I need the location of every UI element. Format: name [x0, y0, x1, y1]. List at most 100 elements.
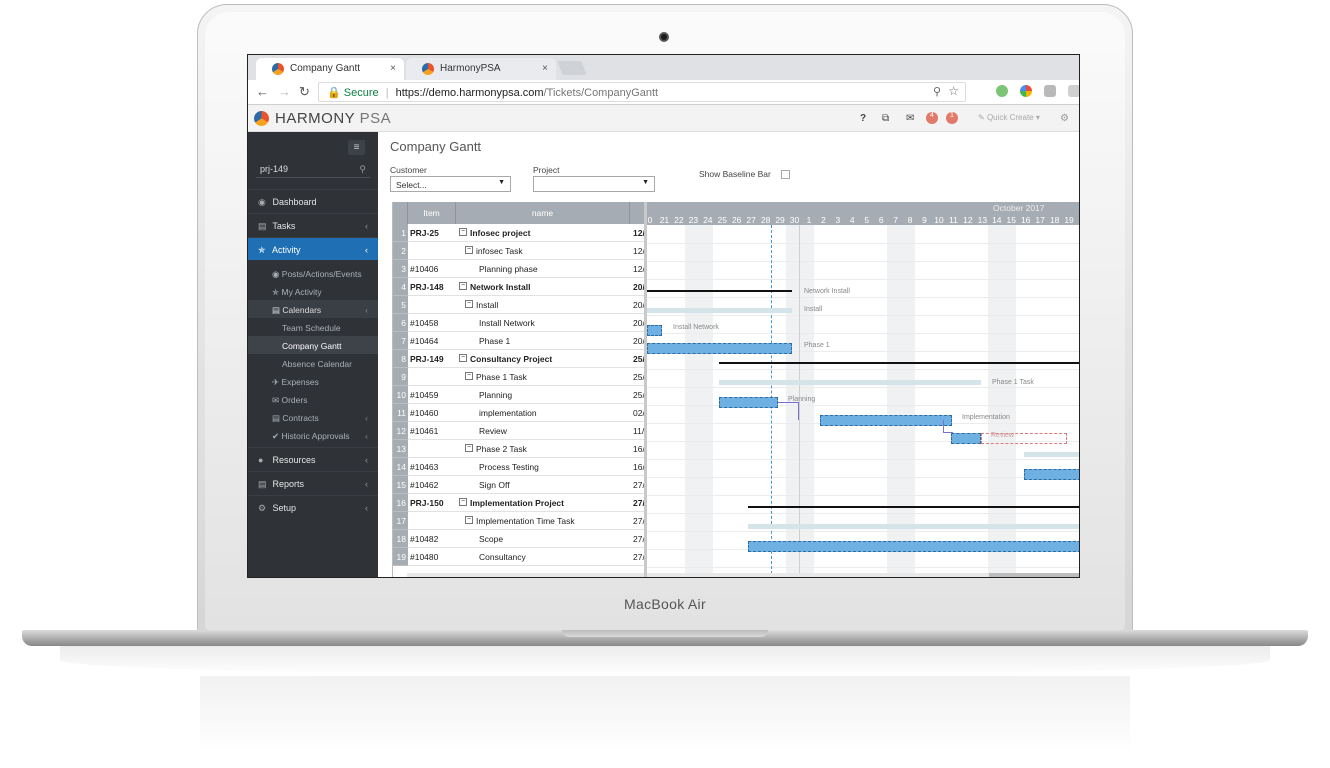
sidebar-item-activity[interactable]: ✯ Activity ‹ — [248, 237, 378, 260]
screen: Company Gantt × HarmonyPSA × ← → ↻ 🔒 Sec… — [247, 54, 1080, 578]
table-row[interactable]: 12#10461 Review 11/1 — [393, 422, 644, 440]
table-row[interactable]: 1PRJ-25 −Infosec project 12/0 — [393, 224, 644, 242]
back-arrow-icon[interactable]: ← — [256, 84, 269, 99]
table-row[interactable]: 5 −Install 20/0 — [393, 296, 644, 314]
day-label: 1 — [806, 215, 812, 225]
user-icon: ● — [258, 455, 264, 465]
task-bar[interactable] — [1024, 469, 1079, 480]
table-row[interactable]: 6#10458 Install Network 20/0 — [393, 314, 644, 332]
grid-header-date[interactable] — [630, 202, 644, 224]
collapse-toggle-icon[interactable]: − — [459, 498, 467, 506]
tab-harmonypsa[interactable]: HarmonyPSA × — [406, 58, 556, 80]
sidebar-search-input[interactable]: prj-149 ⚲ — [256, 164, 370, 178]
bar-label: Implementation — [962, 414, 1010, 421]
row-item: PRJ-150 — [410, 498, 444, 508]
table-row[interactable]: 8PRJ-149 −Consultancy Project 25/0 — [393, 350, 644, 368]
sidebar-subitem-orders[interactable]: ✉ Orders — [248, 390, 378, 408]
row-name: Implementation Time Task — [476, 516, 575, 526]
table-row[interactable]: 15#10462 Sign Off 27/1 — [393, 476, 644, 494]
project-select[interactable]: ▼ — [533, 176, 655, 192]
task-bar[interactable] — [647, 343, 792, 354]
sidebar-subitem-my-activity[interactable]: ✯ My Activity — [248, 282, 378, 300]
app-logo[interactable]: HARMONY PSA — [275, 110, 391, 127]
extension-icon[interactable] — [996, 85, 1008, 97]
table-row[interactable]: 11#10460 implementation 02/1 — [393, 404, 644, 422]
sidebar-subitem-calendars[interactable]: ▤ Calendars ‹ — [248, 300, 378, 318]
quick-create-button[interactable]: ✎ Quick Create ▾ — [978, 113, 1040, 122]
baseline-checkbox[interactable] — [781, 170, 790, 179]
bar-label: Network Install — [804, 288, 850, 295]
table-row[interactable]: 18#10482 Scope 27/0 — [393, 530, 644, 548]
row-date: 20/0 — [633, 336, 644, 346]
sidebar-subitem-team-schedule[interactable]: Team Schedule — [248, 318, 378, 336]
table-row[interactable]: 4PRJ-148 −Network Install 20/0 — [393, 278, 644, 296]
new-tab-button[interactable] — [557, 61, 587, 75]
extension-icon[interactable] — [1068, 85, 1079, 97]
scrollbar-thumb[interactable] — [989, 573, 1079, 577]
task-bar[interactable] — [820, 415, 952, 426]
collapse-toggle-icon[interactable]: − — [459, 282, 467, 290]
collapse-toggle-icon[interactable]: − — [465, 444, 473, 452]
settings-gear-icon[interactable]: ⚙ — [1060, 113, 1069, 124]
table-row[interactable]: 16PRJ-150 −Implementation Project 27/0 — [393, 494, 644, 512]
customer-select[interactable]: Select... ▼ — [390, 176, 511, 192]
sidebar-subitem-historic-approvals[interactable]: ✔ Historic Approvals ‹ — [248, 426, 378, 444]
sidebar-subitem-absence-calendar[interactable]: Absence Calendar — [248, 354, 378, 372]
table-row[interactable]: 17 −Implementation Time Task 27/0 — [393, 512, 644, 530]
task-bar[interactable] — [951, 433, 981, 444]
table-row[interactable]: 2 −infosec Task 12/0 — [393, 242, 644, 260]
sidebar-subitem-contracts[interactable]: ▤ Contracts ‹ — [248, 408, 378, 426]
bar-label: Phase 1 Task — [992, 379, 1034, 386]
sidebar-item-resources[interactable]: ● Resources ‹ — [248, 447, 378, 470]
sidebar-subitem-company-gantt[interactable]: Company Gantt — [248, 336, 378, 354]
zoom-icon[interactable]: ⚲ — [933, 85, 941, 98]
sidebar-item-reports[interactable]: ▤ Reports ‹ — [248, 471, 378, 494]
reload-icon[interactable]: ↻ — [299, 84, 310, 100]
tab-company-gantt[interactable]: Company Gantt × — [256, 58, 404, 80]
row-number: 8 — [393, 350, 408, 368]
summary-bar[interactable] — [647, 290, 792, 292]
task-bar[interactable] — [748, 541, 1079, 552]
table-row[interactable]: 9 −Phase 1 Task 25/0 — [393, 368, 644, 386]
extension-icon[interactable] — [1044, 85, 1056, 97]
table-row[interactable]: 3#10406 Planning phase 12/0 — [393, 260, 644, 278]
table-row[interactable]: 19#10480 Consultancy 27/0 — [393, 548, 644, 566]
sidebar-item-setup[interactable]: ⚙ Setup ‹ — [248, 495, 378, 518]
table-row[interactable]: 10#10459 Planning 25/0 — [393, 386, 644, 404]
collapse-toggle-icon[interactable]: − — [465, 516, 473, 524]
chat-icon[interactable]: ✉ — [906, 113, 914, 124]
task-bar[interactable] — [719, 397, 778, 408]
table-row[interactable]: 7#10464 Phase 1 20/0 — [393, 332, 644, 350]
row-item: PRJ-25 — [410, 228, 439, 238]
collapse-toggle-icon[interactable]: − — [465, 300, 473, 308]
sidebar-subitem-expenses[interactable]: ✈ Expenses — [248, 372, 378, 390]
extension-icon[interactable] — [1020, 85, 1032, 97]
url-field[interactable]: 🔒 Secure | https://demo.harmonypsa.com/T… — [318, 82, 966, 102]
notification-badge[interactable]: 4 — [926, 112, 938, 124]
table-row[interactable]: 14#10463 Process Testing 16/1 — [393, 458, 644, 476]
grid-scrollbar[interactable] — [407, 573, 644, 577]
table-row[interactable]: 13 −Phase 2 Task 16/1 — [393, 440, 644, 458]
sidebar-item-tasks[interactable]: ▤ Tasks ‹ — [248, 213, 378, 236]
chart-scrollbar[interactable] — [647, 573, 1079, 577]
sidebar-subitem-posts[interactable]: ◉ Posts/Actions/Events — [248, 264, 378, 282]
sidebar-item-dashboard[interactable]: ◉ Dashboard — [248, 189, 378, 212]
forward-arrow-icon[interactable]: → — [278, 84, 291, 99]
day-label: 11 — [949, 215, 958, 225]
close-tab-icon[interactable]: × — [542, 63, 548, 74]
copy-icon[interactable]: ⧉ — [882, 113, 889, 124]
collapse-toggle-icon[interactable]: − — [465, 246, 473, 254]
task-bar[interactable] — [647, 325, 662, 336]
collapse-toggle-icon[interactable]: − — [459, 228, 467, 236]
close-tab-icon[interactable]: × — [390, 63, 396, 74]
summary-bar[interactable] — [719, 362, 1079, 364]
menu-toggle-icon[interactable]: ≡ — [348, 140, 365, 155]
grid-header-item[interactable]: Item — [408, 202, 456, 224]
summary-bar[interactable] — [748, 506, 1079, 508]
collapse-toggle-icon[interactable]: − — [459, 354, 467, 362]
bookmark-star-icon[interactable]: ☆ — [948, 84, 959, 98]
alarm-badge[interactable]: 1 — [946, 112, 958, 124]
grid-header-name[interactable]: name — [456, 202, 630, 224]
collapse-toggle-icon[interactable]: − — [465, 372, 473, 380]
help-icon[interactable]: ? — [860, 113, 866, 124]
